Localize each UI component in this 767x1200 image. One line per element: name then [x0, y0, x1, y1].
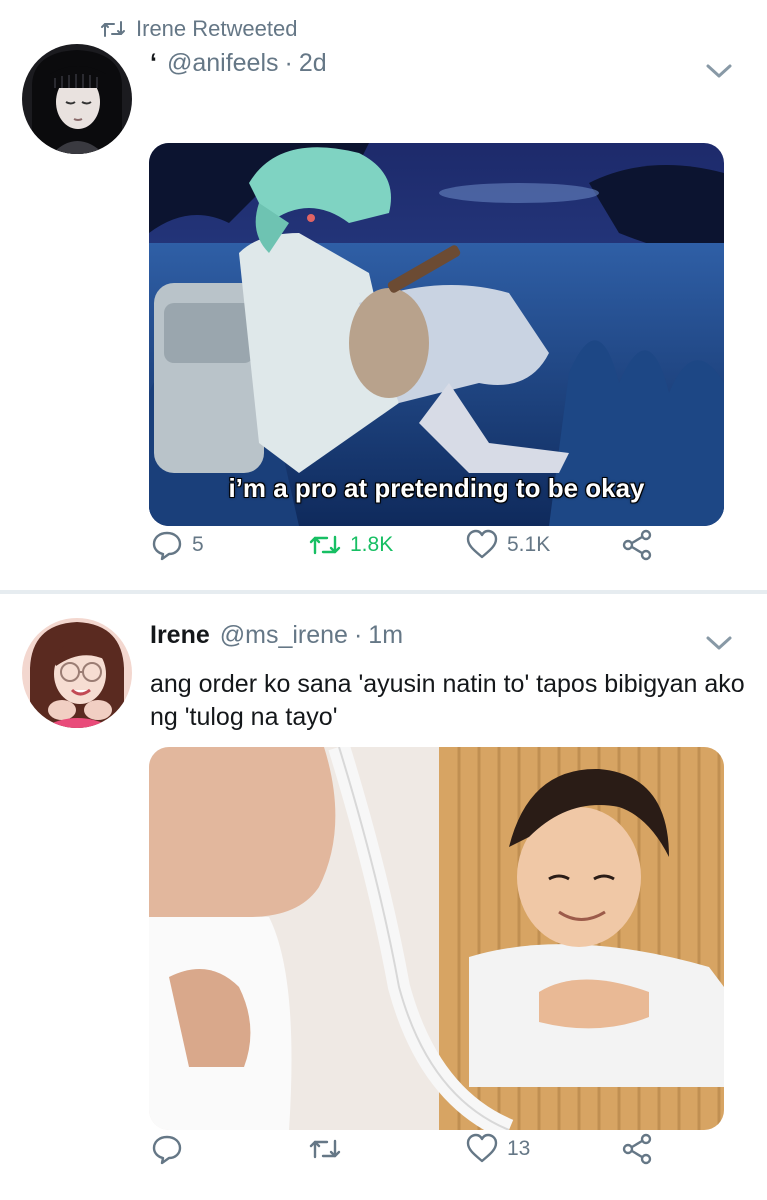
tweet[interactable]: Irene Retweeted ‘ @anifeels · 2d i’m a p…: [0, 0, 767, 592]
retweet-count: 1.8K: [350, 533, 394, 556]
share-icon: [622, 529, 652, 561]
chevron-down-icon[interactable]: [705, 634, 733, 652]
like-icon: [466, 529, 498, 559]
reply-icon: [152, 531, 182, 561]
retweeted-by-label: Irene Retweeted: [136, 16, 298, 41]
anime-scene-illustration: [149, 143, 724, 526]
tweet-media-image[interactable]: i’m a pro at pretending to be okay: [149, 143, 724, 526]
separator-dot: ·: [284, 49, 293, 77]
retweet-icon: [101, 21, 125, 37]
like-icon: [466, 1133, 498, 1163]
share-button[interactable]: [620, 528, 654, 562]
chevron-down-icon[interactable]: [705, 62, 733, 80]
tweet-header: ‘ @anifeels · 2d: [150, 49, 327, 78]
user-handle[interactable]: @anifeels: [167, 49, 279, 78]
display-name[interactable]: ‘: [150, 49, 157, 78]
separator-dot: ·: [353, 621, 363, 649]
reply-icon: [152, 1135, 182, 1165]
display-name[interactable]: Irene: [150, 621, 210, 650]
share-button[interactable]: [620, 1132, 654, 1166]
like-count: 13: [507, 1137, 531, 1160]
mirror-photo-illustration: [149, 747, 724, 1130]
retweet-icon: [309, 1139, 341, 1159]
reply-button[interactable]: 5: [150, 528, 204, 562]
retweet-button[interactable]: [308, 1132, 350, 1166]
timestamp[interactable]: 2d: [299, 49, 327, 78]
retweeted-indicator: Irene Retweeted: [100, 16, 297, 42]
retweet-button[interactable]: 1.8K: [308, 528, 393, 562]
like-button[interactable]: 13: [465, 1132, 530, 1166]
tweet-media-image[interactable]: [149, 747, 724, 1130]
media-caption: i’m a pro at pretending to be okay: [228, 473, 645, 503]
tweet-header: Irene @ms_irene · 1m: [150, 621, 403, 650]
like-count: 5.1K: [507, 533, 551, 556]
reply-count: 5: [192, 533, 204, 556]
like-button[interactable]: 5.1K: [465, 528, 550, 562]
share-icon: [622, 1133, 652, 1165]
timestamp[interactable]: 1m: [368, 621, 403, 650]
user-handle[interactable]: @ms_irene: [220, 621, 348, 650]
tweet-text: ang order ko sana 'ayusin natin to' tapo…: [150, 670, 745, 731]
reply-button[interactable]: [150, 1132, 192, 1166]
avatar[interactable]: [22, 618, 132, 728]
tweet[interactable]: Irene @ms_irene · 1m ang order ko sana '…: [0, 594, 767, 1200]
avatar[interactable]: [22, 44, 132, 154]
retweet-icon: [309, 535, 341, 555]
